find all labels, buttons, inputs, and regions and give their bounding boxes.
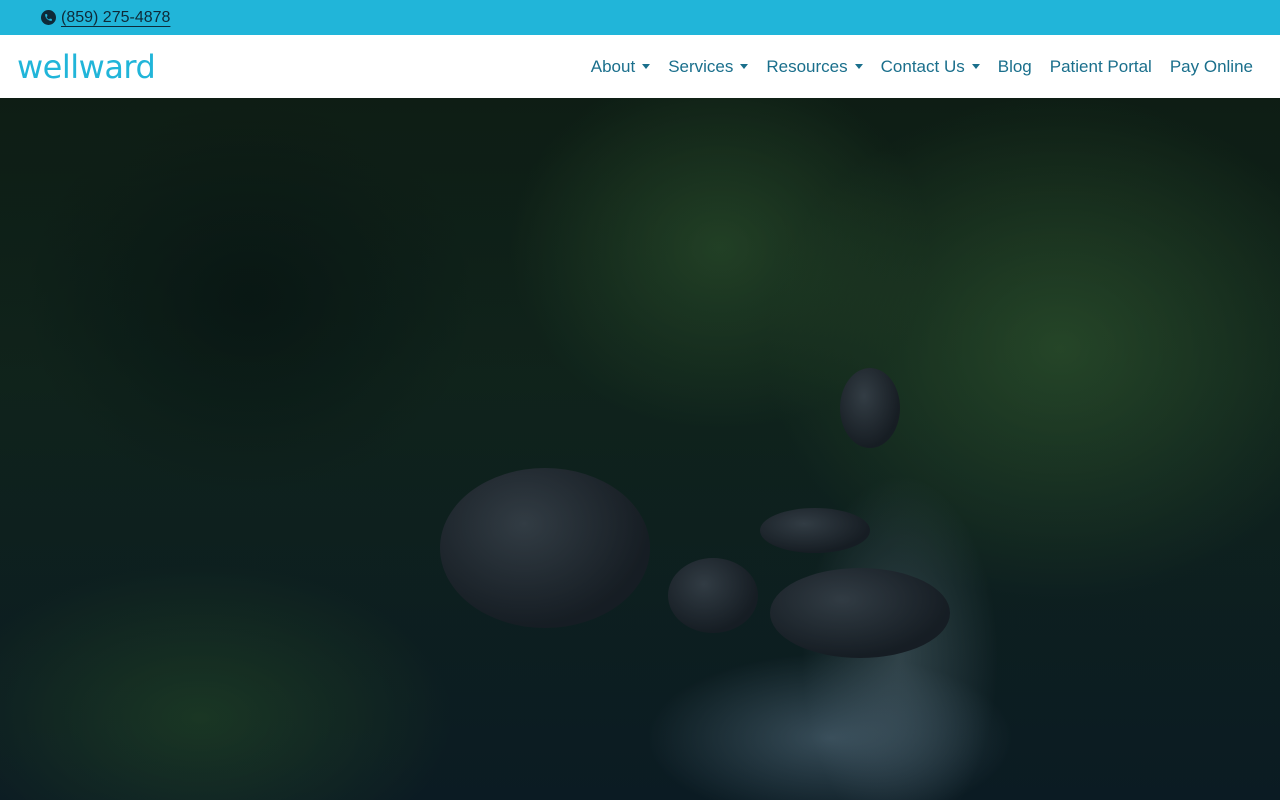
main-navbar: wellward About Services Resources Contac… bbox=[0, 35, 1280, 98]
nav-item-blog[interactable]: Blog bbox=[998, 57, 1032, 77]
hero-overlay bbox=[0, 98, 1280, 800]
phone-icon bbox=[41, 10, 56, 25]
nav-item-contact-us[interactable]: Contact Us bbox=[881, 57, 980, 77]
nav-item-resources[interactable]: Resources bbox=[766, 56, 863, 77]
main-menu: About Services Resources Contact Us Blog… bbox=[573, 35, 1253, 98]
nav-item-label: Patient Portal bbox=[1049, 56, 1152, 76]
caret-down-icon bbox=[971, 64, 980, 69]
nav-item-label: Services bbox=[668, 56, 734, 76]
nav-item-label: Blog bbox=[997, 56, 1032, 76]
caret-down-icon bbox=[854, 64, 863, 69]
nav-item-pay-online[interactable]: Pay Online bbox=[1170, 57, 1253, 77]
nav-item-services[interactable]: Services bbox=[668, 56, 749, 77]
nav-item-label: Pay Online bbox=[1169, 56, 1253, 76]
wellward-logo[interactable]: wellward bbox=[17, 49, 156, 85]
nav-item-label: Contact Us bbox=[880, 56, 965, 76]
caret-down-icon bbox=[642, 64, 651, 69]
nav-item-about[interactable]: About bbox=[590, 56, 651, 77]
nav-item-label: Resources bbox=[766, 56, 848, 76]
nav-item-label: About bbox=[590, 56, 636, 76]
hero-background-image bbox=[0, 98, 1280, 800]
phone-link[interactable]: (859) 275-4878 bbox=[61, 9, 170, 27]
caret-down-icon bbox=[740, 64, 749, 69]
top-bar: (859) 275-4878 bbox=[0, 0, 1280, 35]
nav-item-patient-portal[interactable]: Patient Portal bbox=[1050, 57, 1152, 77]
